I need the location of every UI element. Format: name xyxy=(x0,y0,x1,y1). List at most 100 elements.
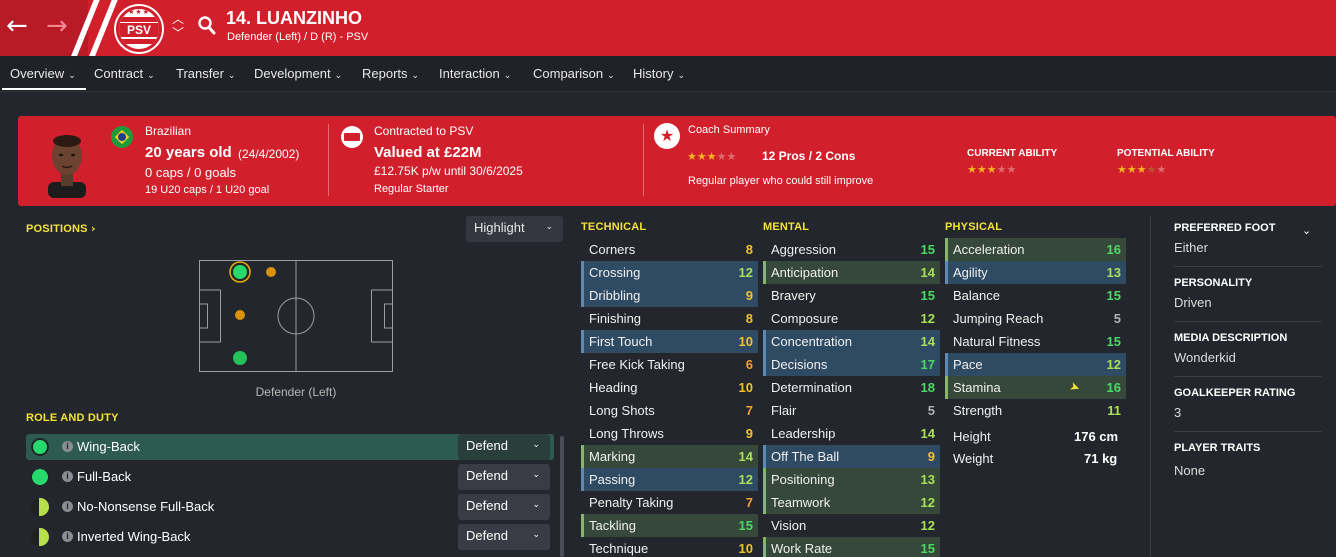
role-row[interactable]: i No-Nonsense Full-Back Defend ⌄ xyxy=(26,494,554,520)
attribute-row[interactable]: Bravery 15 xyxy=(763,284,940,307)
nationality: Brazilian xyxy=(145,124,192,138)
role-name: Inverted Wing-Back xyxy=(77,529,191,544)
tab-history[interactable]: History ⌄ xyxy=(633,66,685,81)
attribute-row[interactable]: Leadership 14 xyxy=(763,422,940,445)
attribute-value: 12 xyxy=(920,311,935,326)
club-badge-icon[interactable]: ★★★ PSV xyxy=(116,6,162,52)
attribute-row[interactable]: Composure 12 xyxy=(763,307,940,330)
chevron-down-icon[interactable]: ⌄ xyxy=(1302,224,1311,237)
player-info-panel: Brazilian 20 years old (24/4/2002) 0 cap… xyxy=(18,116,1336,206)
attribute-row[interactable]: Tackling 15 xyxy=(581,514,758,537)
attribute-row[interactable]: Technique 10 xyxy=(581,537,758,557)
attribute-row[interactable]: Positioning 13 xyxy=(763,468,940,491)
star-icon: ★ xyxy=(986,163,997,176)
tab-transfer[interactable]: Transfer ⌄ xyxy=(176,66,235,81)
attribute-name: Marking xyxy=(589,449,636,464)
duty-dropdown[interactable]: Defend ⌄ xyxy=(458,494,550,520)
duty-label: Defend xyxy=(466,438,508,453)
preferred-foot-label: PREFERRED FOOT xyxy=(1174,222,1276,234)
attribute-row[interactable]: Pace 12 xyxy=(945,353,1126,376)
attribute-row[interactable]: Dribbling 9 xyxy=(581,284,758,307)
personality-label: PERSONALITY xyxy=(1174,277,1253,289)
attribute-row[interactable]: Long Throws 9 xyxy=(581,422,758,445)
attribute-value: 13 xyxy=(920,472,935,487)
tab-interaction[interactable]: Interaction ⌄ xyxy=(439,66,511,81)
role-row[interactable]: i Wing-Back Defend ⌄ xyxy=(26,434,554,460)
attribute-row[interactable]: Natural Fitness 15 xyxy=(945,330,1126,353)
highlight-dropdown[interactable]: Highlight ⌄ xyxy=(466,216,563,242)
attribute-name: Technique xyxy=(589,541,649,556)
attribute-row[interactable]: Long Shots 7 xyxy=(581,399,758,422)
sub-navigation: Overview ⌄ Contract ⌄ Transfer ⌄ Developmen… xyxy=(0,56,1336,92)
attribute-row[interactable]: Corners 8 xyxy=(581,238,758,261)
attribute-row[interactable]: Heading 10 xyxy=(581,376,758,399)
pros-cons: 12 Pros / 2 Cons xyxy=(762,149,856,163)
duty-dropdown[interactable]: Defend ⌄ xyxy=(458,524,550,550)
back-arrow-icon[interactable]: ← xyxy=(6,12,28,40)
tab-reports[interactable]: Reports ⌄ xyxy=(362,66,419,81)
role-row[interactable]: i Inverted Wing-Back Defend ⌄ xyxy=(26,524,554,550)
attribute-value: 13 xyxy=(1106,265,1121,280)
attribute-row[interactable]: Balance 15 xyxy=(945,284,1126,307)
role-row[interactable]: i Full-Back Defend ⌄ xyxy=(26,464,554,490)
search-icon[interactable] xyxy=(198,16,216,36)
attribute-row[interactable]: Strength 11 xyxy=(945,399,1126,422)
attribute-row[interactable]: Agility 13 xyxy=(945,261,1126,284)
attribute-row[interactable]: Work Rate 15 xyxy=(763,537,940,557)
info-icon[interactable]: i xyxy=(62,501,73,512)
attribute-row[interactable]: Decisions 17 xyxy=(763,353,940,376)
info-icon[interactable]: i xyxy=(62,471,73,482)
scrollbar[interactable] xyxy=(560,436,564,557)
info-icon[interactable]: i xyxy=(62,531,73,542)
attribute-value: 10 xyxy=(738,334,753,349)
role-duty-heading: ROLE AND DUTY xyxy=(26,412,119,424)
tab-development[interactable]: Development ⌄ xyxy=(254,66,342,81)
attribute-name: Leadership xyxy=(771,426,836,441)
attribute-value: 12 xyxy=(1106,357,1121,372)
attribute-value: 14 xyxy=(920,334,935,349)
forward-arrow-icon[interactable]: → xyxy=(46,12,68,40)
attribute-name: Pace xyxy=(953,357,983,372)
attribute-trend-arrow-icon: ➤ xyxy=(1067,378,1083,396)
potential-ability-stars: ★★★★★ xyxy=(1117,163,1166,176)
attribute-row[interactable]: Finishing 8 xyxy=(581,307,758,330)
attribute-row[interactable]: Aggression 15 xyxy=(763,238,940,261)
attribute-row[interactable]: Off The Ball 9 xyxy=(763,445,940,468)
star-icon: ★ xyxy=(706,150,717,163)
current-ability-label: CURRENT ABILITY xyxy=(967,148,1058,159)
attribute-row[interactable]: Flair 5 xyxy=(763,399,940,422)
chevron-down-icon[interactable]: ﹀ xyxy=(172,24,184,41)
divider xyxy=(1174,376,1322,377)
attribute-row[interactable]: Jumping Reach 5 xyxy=(945,307,1126,330)
tab-contract[interactable]: Contract ⌄ xyxy=(94,66,155,81)
goalkeeper-rating-value: 3 xyxy=(1174,405,1182,420)
attribute-name: Stamina xyxy=(953,380,1001,395)
attribute-name: Jumping Reach xyxy=(953,311,1044,326)
positions-heading[interactable]: POSITIONS › xyxy=(26,222,96,235)
attribute-row[interactable]: Penalty Taking 7 xyxy=(581,491,758,514)
tab-comparison[interactable]: Comparison ⌄ xyxy=(533,66,615,81)
player-portrait xyxy=(48,135,86,198)
u20-caps: 19 U20 caps / 1 U20 goal xyxy=(145,184,270,196)
attribute-row[interactable]: Vision 12 xyxy=(763,514,940,537)
attribute-row[interactable]: Concentration 14 xyxy=(763,330,940,353)
attribute-row[interactable]: Acceleration 16 xyxy=(945,238,1126,261)
attribute-row[interactable]: Marking 14 xyxy=(581,445,758,468)
attribute-row[interactable]: Teamwork 12 xyxy=(763,491,940,514)
attribute-value: 18 xyxy=(920,380,935,395)
star-icon: ★ xyxy=(976,163,987,176)
duty-label: Defend xyxy=(466,468,508,483)
duty-dropdown[interactable]: Defend ⌄ xyxy=(458,464,550,490)
attribute-row[interactable]: Free Kick Taking 6 xyxy=(581,353,758,376)
attribute-row[interactable]: Determination 18 xyxy=(763,376,940,399)
current-ability-stars: ★★★★★ xyxy=(967,163,1016,176)
tab-overview[interactable]: Overview ⌄ xyxy=(10,66,76,81)
duty-dropdown[interactable]: Defend ⌄ xyxy=(458,434,550,460)
attribute-row[interactable]: Anticipation 14 xyxy=(763,261,940,284)
attribute-row[interactable]: First Touch 10 xyxy=(581,330,758,353)
attribute-row[interactable]: Passing 12 xyxy=(581,468,758,491)
info-icon[interactable]: i xyxy=(62,441,73,452)
attribute-row[interactable]: Crossing 12 xyxy=(581,261,758,284)
preferred-foot-value: Either xyxy=(1174,240,1208,255)
attribute-row[interactable]: Stamina 16 ➤ xyxy=(945,376,1126,399)
